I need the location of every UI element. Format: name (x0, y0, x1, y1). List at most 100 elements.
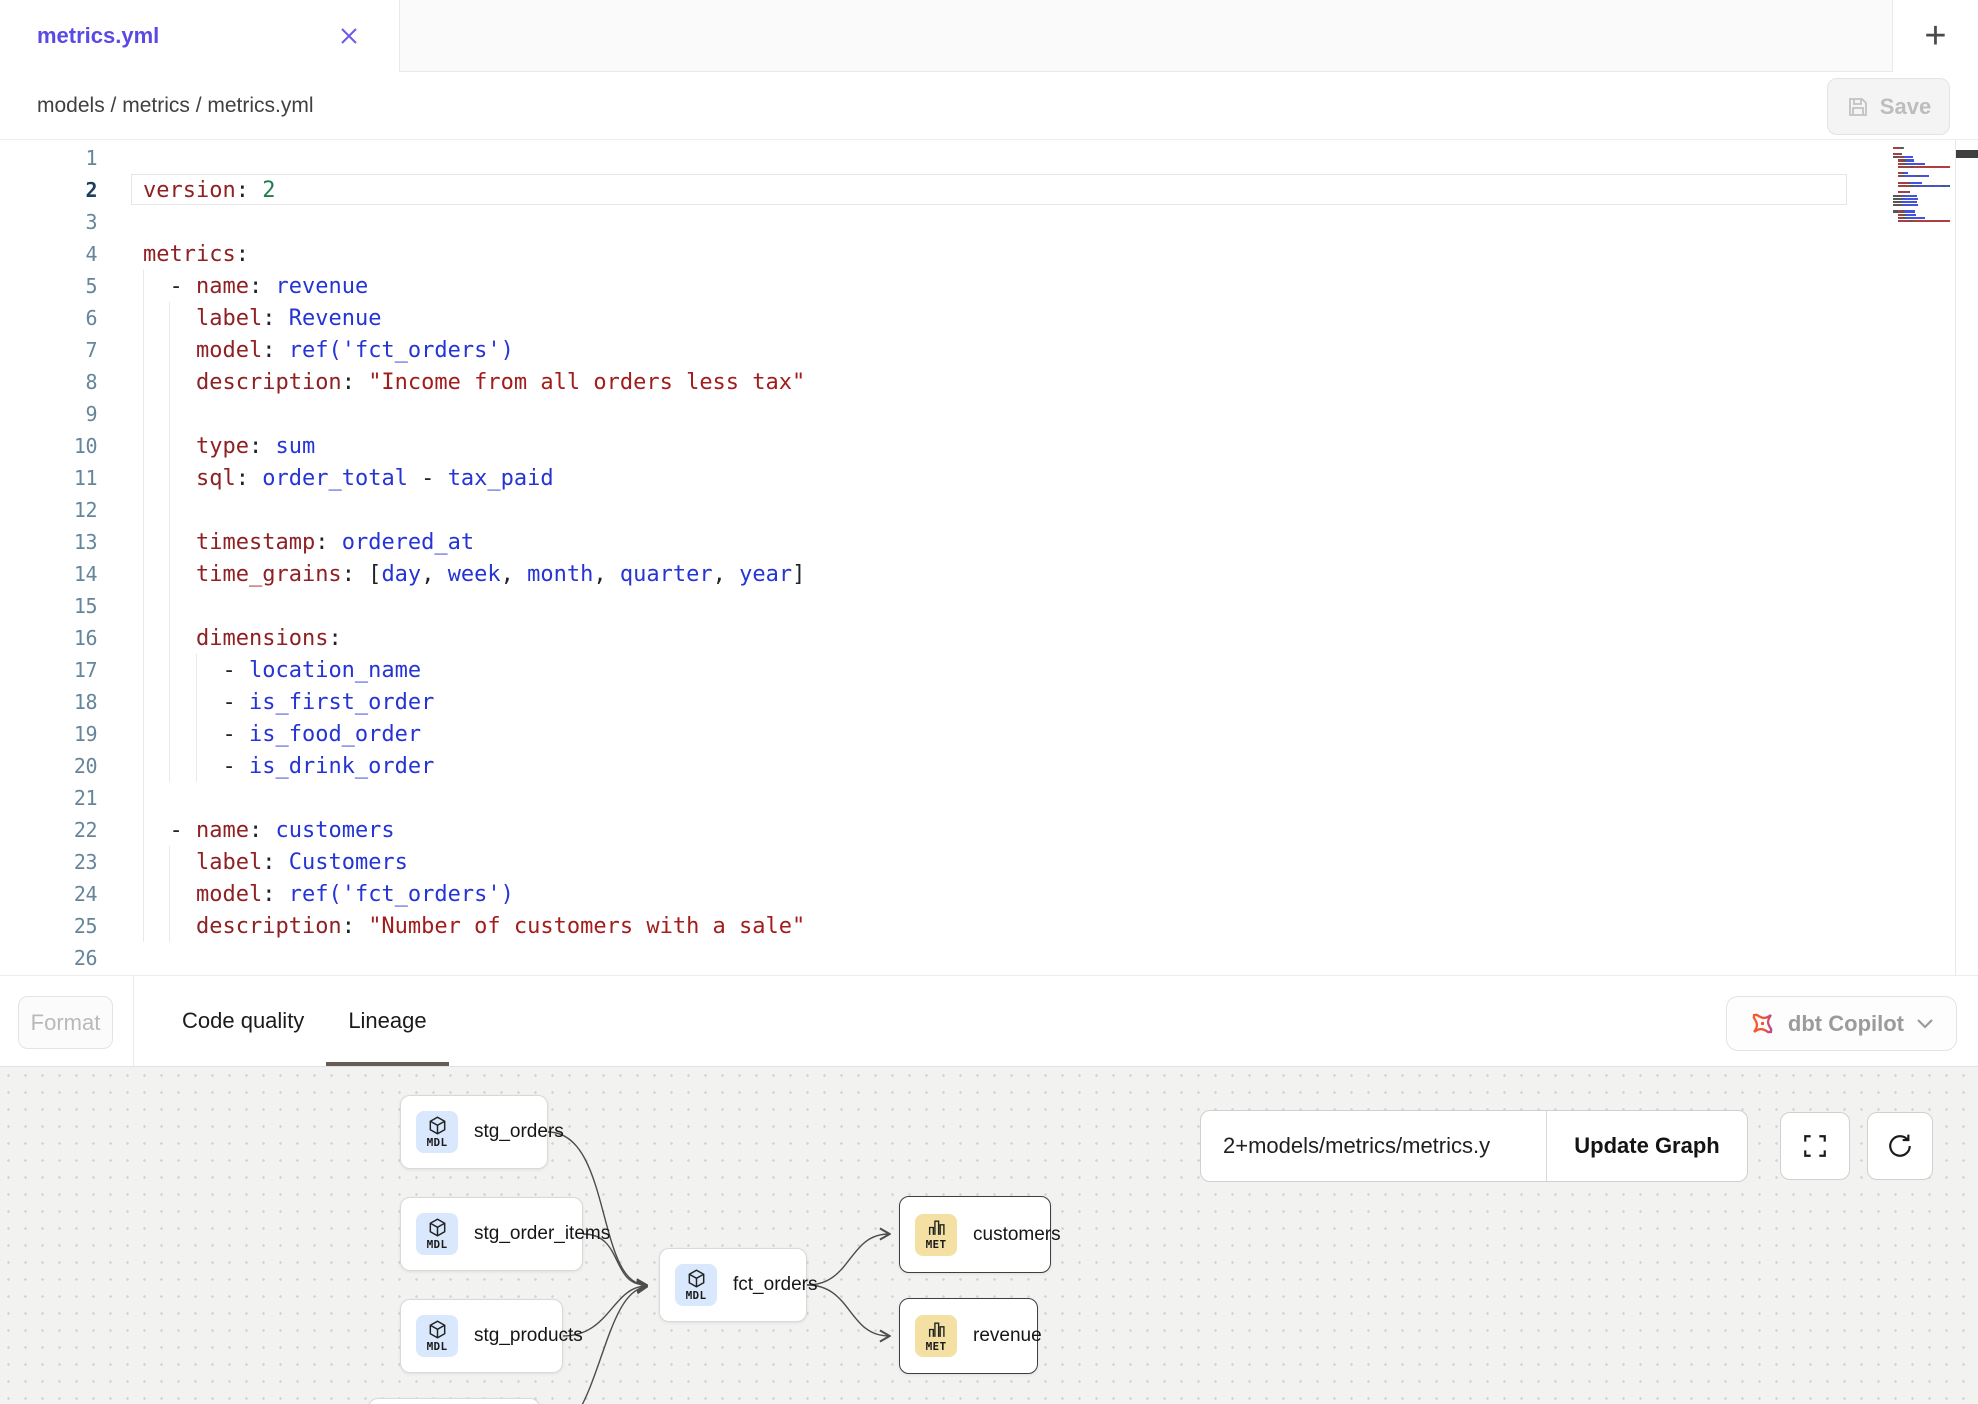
line-number: 11 (0, 462, 97, 494)
tab-metrics-yml[interactable]: metrics.yml (0, 0, 400, 72)
line-number: 20 (0, 750, 97, 782)
code-line[interactable]: 20 - is_drink_order (0, 750, 1848, 782)
format-label: Format (31, 1010, 101, 1036)
code-line[interactable]: 5 - name: revenue (0, 270, 1848, 302)
code-line[interactable]: 16 dimensions: (0, 622, 1848, 654)
model-badge-icon: MDL (675, 1264, 717, 1306)
line-number: 6 (0, 302, 97, 334)
code-line[interactable]: 9 (0, 398, 1848, 430)
lineage-node-stg_products[interactable]: MDLstg_products (400, 1299, 563, 1373)
minimap[interactable] (1893, 143, 1953, 226)
lineage-node-partial_model[interactable]: MDL (368, 1398, 540, 1404)
line-number: 4 (0, 238, 97, 270)
line-number: 17 (0, 654, 97, 686)
node-label: fct_orders (733, 1274, 817, 1296)
model-badge-icon: MDL (416, 1111, 458, 1153)
tab-code-quality-label: Code quality (182, 1008, 304, 1034)
code-line[interactable]: 22 - name: customers (0, 814, 1848, 846)
line-number: 22 (0, 814, 97, 846)
node-label: stg_products (474, 1325, 583, 1347)
overview-ruler[interactable] (1955, 140, 1978, 975)
line-number: 14 (0, 558, 97, 590)
code-line[interactable]: 8 description: "Income from all orders l… (0, 366, 1848, 398)
code-line[interactable]: 2version: 2 (0, 174, 1848, 206)
tab-label: metrics.yml (37, 23, 159, 49)
line-number: 13 (0, 526, 97, 558)
line-number: 24 (0, 878, 97, 910)
breadcrumb: models / metrics / metrics.yml (37, 94, 314, 118)
format-button[interactable]: Format (18, 996, 113, 1049)
code-line[interactable]: 4metrics: (0, 238, 1848, 270)
code-editor[interactable]: 12version: 234metrics:5 - name: revenue6… (0, 140, 1978, 975)
line-number: 21 (0, 782, 97, 814)
dbt-copilot-button[interactable]: dbt Copilot (1726, 996, 1957, 1051)
save-label: Save (1880, 94, 1931, 120)
code-line[interactable]: 25 description: "Number of customers wit… (0, 910, 1848, 942)
divider (133, 976, 134, 1066)
update-graph-button[interactable]: Update Graph (1546, 1111, 1747, 1181)
refresh-button[interactable] (1867, 1112, 1933, 1180)
code-line[interactable]: 14 time_grains: [day, week, month, quart… (0, 558, 1848, 590)
lineage-node-revenue[interactable]: METrevenue (899, 1298, 1038, 1374)
fullscreen-button[interactable] (1780, 1112, 1850, 1180)
copilot-star-icon (1749, 1010, 1776, 1037)
copilot-label: dbt Copilot (1788, 1011, 1904, 1037)
node-label: stg_orders (474, 1121, 564, 1143)
code-line[interactable]: 21 (0, 782, 1848, 814)
model-badge-icon: MDL (416, 1315, 458, 1357)
new-tab-button[interactable]: + (1892, 0, 1978, 72)
line-number: 18 (0, 686, 97, 718)
code-line[interactable]: 1 (0, 142, 1848, 174)
lineage-canvas[interactable]: MDLstg_ordersMDLstg_order_itemsMDLstg_pr… (0, 1067, 1978, 1404)
floppy-icon (1846, 95, 1870, 119)
line-number: 25 (0, 910, 97, 942)
code-line[interactable]: 7 model: ref('fct_orders') (0, 334, 1848, 366)
code-line[interactable]: 19 - is_food_order (0, 718, 1848, 750)
code-line[interactable]: 17 - location_name (0, 654, 1848, 686)
edge-fct_orders-to-customers (807, 1234, 889, 1285)
tab-lineage[interactable]: Lineage (326, 976, 448, 1066)
save-button[interactable]: Save (1827, 78, 1950, 135)
code-line[interactable]: 6 label: Revenue (0, 302, 1848, 334)
code-line[interactable]: 13 timestamp: ordered_at (0, 526, 1848, 558)
line-number: 10 (0, 430, 97, 462)
code-line[interactable]: 24 model: ref('fct_orders') (0, 878, 1848, 910)
line-number: 3 (0, 206, 97, 238)
close-icon[interactable] (333, 20, 365, 52)
model-badge-icon: MDL (416, 1213, 458, 1255)
tab-code-quality[interactable]: Code quality (160, 976, 326, 1066)
line-number: 19 (0, 718, 97, 750)
code-line[interactable]: 18 - is_first_order (0, 686, 1848, 718)
code-line[interactable]: 15 (0, 590, 1848, 622)
code-line[interactable]: 10 type: sum (0, 430, 1848, 462)
ruler-cursor-mark (1956, 150, 1978, 158)
graph-control: Update Graph (1200, 1110, 1748, 1182)
graph-selector-input[interactable] (1201, 1111, 1546, 1181)
line-number: 23 (0, 846, 97, 878)
lineage-node-stg_order_items[interactable]: MDLstg_order_items (400, 1197, 583, 1271)
plus-icon: + (1924, 17, 1946, 55)
line-number: 12 (0, 494, 97, 526)
line-number: 15 (0, 590, 97, 622)
line-number: 7 (0, 334, 97, 366)
line-number: 9 (0, 398, 97, 430)
lineage-node-fct_orders[interactable]: MDLfct_orders (659, 1248, 807, 1322)
lineage-node-stg_orders[interactable]: MDLstg_orders (400, 1095, 548, 1169)
bottom-bar: Format Code quality Lineage dbt Copilot (0, 975, 1978, 1067)
code-line[interactable]: 11 sql: order_total - tax_paid (0, 462, 1848, 494)
code-line[interactable]: 26 (0, 942, 1848, 974)
panel-tabs: Code quality Lineage (160, 976, 449, 1066)
code-lines: 12version: 234metrics:5 - name: revenue6… (0, 142, 1848, 974)
metric-badge-icon: MET (915, 1315, 957, 1357)
lineage-node-customers[interactable]: METcustomers (899, 1196, 1051, 1273)
refresh-icon (1887, 1133, 1913, 1159)
node-label: revenue (973, 1325, 1042, 1347)
edge-fct_orders-to-revenue (807, 1285, 889, 1336)
file-header-row: models / metrics / metrics.yml Save (0, 72, 1978, 140)
line-number: 8 (0, 366, 97, 398)
code-line[interactable]: 3 (0, 206, 1848, 238)
node-label: stg_order_items (474, 1223, 610, 1245)
line-number: 16 (0, 622, 97, 654)
code-line[interactable]: 12 (0, 494, 1848, 526)
code-line[interactable]: 23 label: Customers (0, 846, 1848, 878)
